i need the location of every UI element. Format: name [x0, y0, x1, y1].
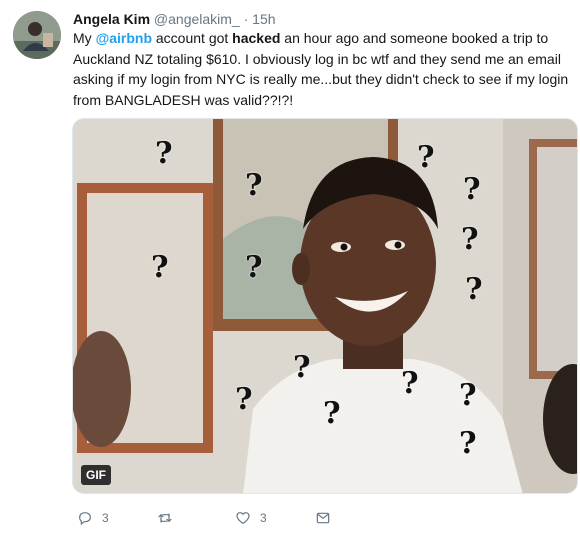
question-mark-overlay: ? — [459, 378, 477, 413]
question-mark-overlay: ? — [323, 396, 341, 431]
direct-message-icon — [315, 510, 331, 526]
like-icon — [235, 510, 251, 526]
gif-badge: GIF — [81, 465, 111, 485]
tweet-text-segment: account got — [152, 30, 233, 46]
question-mark-overlay: ? — [459, 426, 477, 461]
question-mark-overlay: ? — [151, 250, 169, 285]
avatar[interactable] — [13, 11, 61, 59]
reply-count: 3 — [102, 511, 109, 525]
highlighted-keyword: hacked — [232, 30, 281, 46]
tweet-header: Angela Kim @angelakim_ · 15h — [73, 10, 276, 28]
question-mark-overlay: ? — [465, 272, 483, 307]
like-button[interactable]: 3 — [235, 508, 267, 528]
question-mark-overlay: ? — [293, 350, 311, 385]
question-mark-overlay: ? — [401, 366, 419, 401]
question-mark-overlay: ? — [155, 136, 173, 171]
author-name[interactable]: Angela Kim — [73, 11, 150, 27]
header-separator: · — [243, 11, 249, 27]
question-mark-overlay: ? — [245, 250, 263, 285]
gif-frame-image — [73, 119, 577, 493]
direct-message-button[interactable] — [315, 508, 331, 528]
tweet-text-segment: My — [73, 30, 96, 46]
tweet-timestamp[interactable]: 15h — [252, 11, 275, 27]
question-mark-overlay: ? — [235, 382, 253, 417]
reply-icon — [77, 510, 93, 526]
tweet-actions: 3 3 — [73, 508, 373, 528]
like-count: 3 — [260, 511, 267, 525]
reply-button[interactable]: 3 — [77, 508, 109, 528]
retweet-icon — [157, 510, 173, 526]
question-mark-overlay: ? — [461, 222, 479, 257]
question-mark-overlay: ? — [463, 172, 481, 207]
gif-media[interactable]: ? ? ? ? ? ? ? ? ? ? ? ? ? ? GIF — [72, 118, 578, 494]
mention-link[interactable]: @airbnb — [96, 30, 152, 46]
author-handle[interactable]: @angelakim_ — [154, 11, 240, 27]
question-mark-overlay: ? — [245, 168, 263, 203]
retweet-button[interactable] — [157, 508, 182, 528]
tweet-card[interactable]: Angela Kim @angelakim_ · 15h My @airbnb … — [0, 0, 580, 538]
question-mark-overlay: ? — [417, 140, 435, 175]
avatar-image — [13, 11, 61, 59]
tweet-text: My @airbnb account got hacked an hour ag… — [73, 28, 573, 110]
